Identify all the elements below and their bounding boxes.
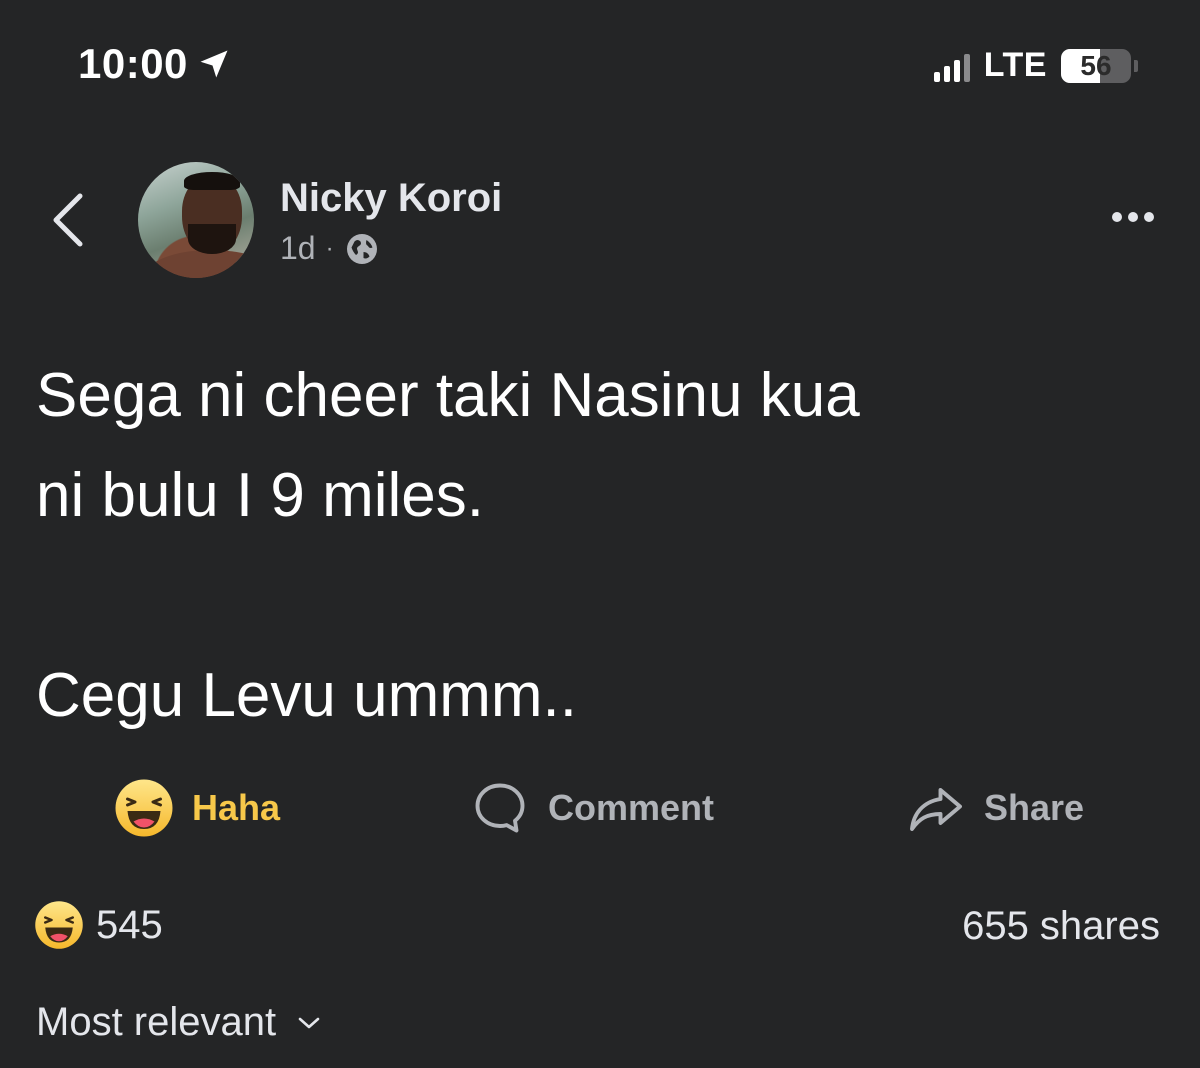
haha-emoji-icon — [114, 778, 174, 838]
dot-icon — [1128, 212, 1138, 222]
meta-separator: · — [325, 234, 334, 262]
cellular-signal-icon — [933, 50, 970, 82]
more-options-button[interactable] — [1108, 208, 1158, 226]
comment-button[interactable]: Comment — [470, 778, 714, 838]
haha-emoji-icon — [34, 900, 84, 950]
globe-icon — [346, 233, 377, 264]
reaction-summary[interactable]: 545 — [34, 900, 163, 950]
post-age: 1d — [280, 230, 316, 266]
status-indicators: LTE 56 — [933, 46, 1138, 85]
sort-label: Most relevant — [36, 1000, 277, 1044]
haha-button[interactable]: Haha — [114, 778, 280, 838]
post-text: Sega ni cheer taki Nasinu kua ni bulu I … — [36, 361, 860, 730]
dot-icon — [1112, 212, 1122, 222]
battery-level: 56 — [1080, 49, 1112, 81]
status-time-text: 10:00 — [78, 40, 188, 87]
shares-count[interactable]: 655 shares — [962, 904, 1160, 949]
author-name[interactable]: Nicky Koroi — [280, 176, 502, 221]
chevron-left-icon — [53, 193, 83, 247]
share-button[interactable]: Share — [906, 778, 1084, 838]
avatar[interactable] — [138, 162, 254, 278]
back-button[interactable] — [44, 188, 94, 252]
comment-icon — [470, 778, 530, 838]
post-meta: 1d · — [280, 230, 380, 267]
share-label: Share — [984, 787, 1085, 828]
status-time: 10:00 — [78, 40, 232, 88]
reaction-count: 545 — [96, 902, 163, 947]
location-arrow-icon — [200, 50, 228, 78]
battery-icon: 56 — [1061, 48, 1138, 83]
haha-label: Haha — [192, 787, 281, 828]
comment-sort-dropdown[interactable]: Most relevant — [36, 1000, 322, 1045]
dot-icon — [1144, 212, 1154, 222]
share-icon — [906, 778, 966, 838]
comment-label: Comment — [548, 787, 715, 828]
chevron-down-icon — [296, 1014, 322, 1032]
network-type: LTE — [983, 46, 1047, 84]
